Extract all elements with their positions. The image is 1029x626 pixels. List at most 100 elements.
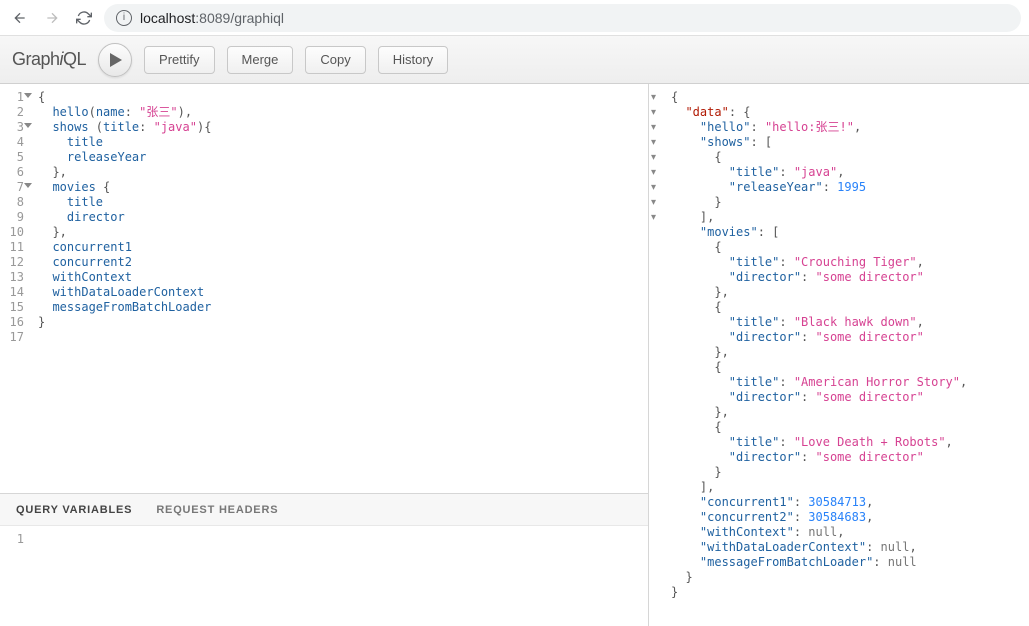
query-gutter: 1234567891011121314151617 [0,84,30,493]
code-line: movies { [38,180,640,195]
fold-icon[interactable]: ▾ [649,180,661,195]
vars-gutter: 1 [0,526,30,626]
query-code[interactable]: { hello(name: "张三"), shows (title: "java… [30,84,648,493]
reload-icon [76,10,92,26]
merge-button[interactable]: Merge [227,46,294,74]
play-icon [110,53,122,67]
main: 1234567891011121314151617 { hello(name: … [0,84,1029,626]
code-line: director [38,210,640,225]
code-line: "movies": [ [671,225,967,240]
code-line: "hello": "hello:张三!", [671,120,967,135]
code-line: "data": { [671,105,967,120]
arrow-right-icon [44,10,60,26]
line-number: 16 [0,315,30,330]
execute-button[interactable] [98,43,132,77]
code-line: { [671,300,967,315]
code-line: }, [38,165,640,180]
line-number: 6 [0,165,30,180]
fold-icon[interactable]: ▾ [649,135,661,150]
code-line: { [671,240,967,255]
tab-request-headers[interactable]: REQUEST HEADERS [156,504,278,516]
code-line: } [671,195,967,210]
code-line: { [671,150,967,165]
line-number: 4 [0,135,30,150]
code-line: "concurrent1": 30584713, [671,495,967,510]
reload-button[interactable] [72,6,96,30]
code-line: ], [671,480,967,495]
code-line: "director": "some director" [671,390,967,405]
fold-icon[interactable]: ▾ [649,105,661,120]
variables-editor[interactable]: 1 [0,526,648,626]
code-line: messageFromBatchLoader [38,300,640,315]
history-button[interactable]: History [378,46,448,74]
code-line: "director": "some director" [671,450,967,465]
code-line: concurrent2 [38,255,640,270]
code-line: hello(name: "张三"), [38,105,640,120]
code-line: "title": "java", [671,165,967,180]
line-number: 15 [0,300,30,315]
code-line: withDataLoaderContext [38,285,640,300]
fold-icon[interactable]: ▾ [649,90,661,105]
code-line: concurrent1 [38,240,640,255]
line-number: 5 [0,150,30,165]
code-line: "withDataLoaderContext": null, [671,540,967,555]
bottom-tab-bar: QUERY VARIABLES REQUEST HEADERS [0,494,648,526]
graphiql-logo: GraphiQL [12,49,86,70]
fold-icon[interactable]: ▾ [649,120,661,135]
url-bar[interactable]: i localhost:8089/graphiql [104,4,1021,32]
fold-icon[interactable]: ▾ [649,210,661,225]
line-number: 14 [0,285,30,300]
code-line: "releaseYear": 1995 [671,180,967,195]
back-button[interactable] [8,6,32,30]
forward-button[interactable] [40,6,64,30]
tab-query-variables[interactable]: QUERY VARIABLES [16,504,132,516]
code-line: }, [671,345,967,360]
code-line: }, [671,405,967,420]
fold-icon[interactable]: ▾ [649,195,661,210]
line-number: 7 [0,180,30,195]
code-line: }, [671,285,967,300]
result-panel: ▾▾▾▾▾▾▾▾▾ { "data": { "hello": "hello:张三… [649,84,1029,626]
copy-button[interactable]: Copy [305,46,365,74]
code-line: { [671,360,967,375]
query-editor[interactable]: 1234567891011121314151617 { hello(name: … [0,84,648,493]
line-number: 8 [0,195,30,210]
code-line: "director": "some director" [671,330,967,345]
code-line: } [671,465,967,480]
code-line: "title": "American Horror Story", [671,375,967,390]
code-line: }, [38,225,640,240]
code-line: } [671,585,967,600]
line-number: 17 [0,330,30,345]
fold-icon[interactable]: ▾ [649,150,661,165]
code-line: withContext [38,270,640,285]
code-line: "shows": [ [671,135,967,150]
fold-icon[interactable] [24,123,32,128]
line-number: 1 [0,532,30,547]
line-number: 1 [0,90,30,105]
code-line: "director": "some director" [671,270,967,285]
browser-chrome: i localhost:8089/graphiql [0,0,1029,36]
code-line: "title": "Love Death + Robots", [671,435,967,450]
code-line [38,532,640,547]
query-panel: 1234567891011121314151617 { hello(name: … [0,84,649,626]
result-code: { "data": { "hello": "hello:张三!", "shows… [661,84,977,606]
line-number: 12 [0,255,30,270]
line-number: 10 [0,225,30,240]
line-number: 11 [0,240,30,255]
code-line: ], [671,210,967,225]
code-line: title [38,135,640,150]
prettify-button[interactable]: Prettify [144,46,214,74]
code-line: title [38,195,640,210]
fold-icon[interactable] [24,93,32,98]
fold-icon[interactable]: ▾ [649,165,661,180]
line-number: 13 [0,270,30,285]
code-line: "title": "Black hawk down", [671,315,967,330]
code-line: shows (title: "java"){ [38,120,640,135]
fold-icon[interactable] [24,183,32,188]
code-line: "withContext": null, [671,525,967,540]
code-line: "messageFromBatchLoader": null [671,555,967,570]
code-line: { [38,90,640,105]
vars-code[interactable] [30,526,648,626]
result-gutter: ▾▾▾▾▾▾▾▾▾ [649,84,661,606]
code-line: releaseYear [38,150,640,165]
